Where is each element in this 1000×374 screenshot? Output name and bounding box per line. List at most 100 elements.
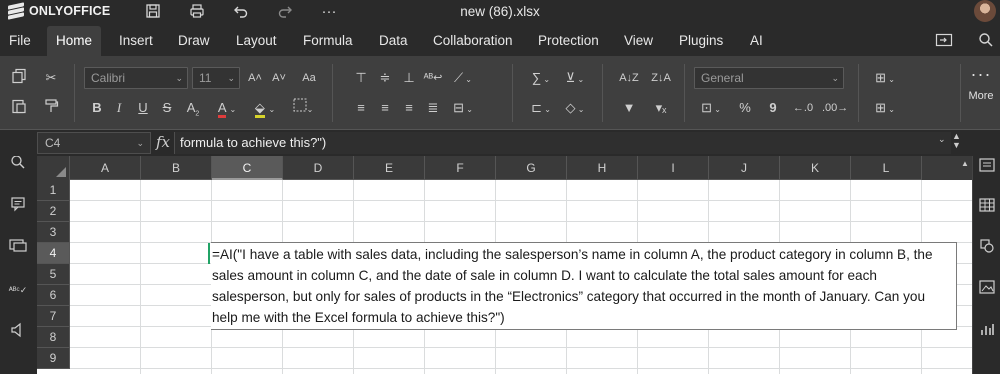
font-name-combo[interactable]: Calibri ⌄ — [84, 67, 188, 89]
open-location-icon[interactable] — [934, 32, 954, 50]
column-header-h[interactable]: H — [567, 156, 638, 180]
column-header-l[interactable]: L — [851, 156, 922, 180]
row-header-3[interactable]: 3 — [37, 222, 70, 243]
paste-icon[interactable] — [8, 98, 30, 118]
align-top-icon[interactable]: ⊤ — [350, 68, 372, 88]
row-header-2[interactable]: 2 — [37, 201, 70, 222]
clear-icon[interactable]: ◇ ⌄ — [560, 98, 590, 118]
sort-ascending-icon[interactable]: A↓Z — [618, 68, 640, 88]
strikethrough-button[interactable]: S — [156, 98, 178, 118]
table-settings-icon[interactable] — [978, 198, 996, 216]
column-header-i[interactable]: I — [638, 156, 709, 180]
align-right-icon[interactable]: ≡ — [398, 98, 420, 118]
sort-descending-icon[interactable]: Z↓A — [650, 68, 672, 88]
tab-data[interactable]: Data — [370, 26, 417, 56]
insert-function-button[interactable]: fx — [156, 133, 170, 151]
chat-icon[interactable] — [8, 238, 28, 258]
borders-icon[interactable]: ⌄ — [288, 98, 318, 118]
tab-plugins[interactable]: Plugins — [670, 26, 732, 56]
column-header-g[interactable]: G — [496, 156, 567, 180]
column-header-j[interactable]: J — [709, 156, 780, 180]
decrease-font-button[interactable]: A˅ — [268, 68, 290, 88]
column-header-e[interactable]: E — [354, 156, 425, 180]
justify-icon[interactable]: ≣ — [422, 98, 444, 118]
cell-editor[interactable]: =AI("I have a table with sales data, inc… — [211, 242, 957, 330]
tab-insert[interactable]: Insert — [110, 26, 162, 56]
formula-scroll-icon[interactable]: ▲ ▼ — [952, 132, 961, 150]
row-header-6[interactable]: 6 — [37, 285, 70, 306]
column-header-k[interactable]: K — [780, 156, 851, 180]
merge-cells-icon[interactable]: ⊟ ⌄ — [448, 98, 478, 118]
column-header-d[interactable]: D — [283, 156, 354, 180]
row-header-5[interactable]: 5 — [37, 264, 70, 285]
tab-collaboration[interactable]: Collaboration — [424, 26, 522, 56]
fill-color-icon[interactable]: ⬙ ⌄ — [250, 98, 280, 118]
named-ranges-icon[interactable]: ⊏ ⌄ — [526, 98, 556, 118]
column-header-c[interactable]: C — [212, 156, 283, 180]
row-header-1[interactable]: 1 — [37, 180, 70, 201]
comments-icon[interactable] — [8, 196, 28, 216]
shape-settings-icon[interactable] — [978, 238, 996, 256]
expand-formula-icon[interactable]: ⌄ — [938, 134, 946, 145]
font-size-combo[interactable]: 11 ⌄ — [192, 67, 240, 89]
row-header-7[interactable]: 7 — [37, 306, 70, 327]
align-left-icon[interactable]: ≡ — [350, 98, 372, 118]
align-center-icon[interactable]: ≡ — [374, 98, 396, 118]
font-color-icon[interactable]: A ⌄ — [212, 98, 242, 118]
italic-button[interactable]: I — [108, 98, 130, 118]
row-header-8[interactable]: 8 — [37, 327, 70, 348]
decrease-decimal-button[interactable]: ←.0 — [790, 98, 816, 118]
search-icon[interactable] — [8, 154, 28, 174]
row-header-4[interactable]: 4 — [37, 243, 70, 264]
subscript-icon[interactable]: A2 — [180, 98, 206, 118]
tab-layout[interactable]: Layout — [227, 26, 286, 56]
fill-down-icon[interactable]: ⊻ ⌄ — [560, 68, 590, 88]
feedback-icon[interactable] — [8, 322, 28, 342]
tab-protection[interactable]: Protection — [529, 26, 608, 56]
increase-font-button[interactable]: A˄ — [244, 68, 266, 88]
spreadsheet-grid[interactable]: ABCDEFGHIJKL 123456789 =AI("I have a tab… — [37, 156, 972, 374]
format-painter-icon[interactable] — [40, 98, 62, 118]
insert-cells-icon[interactable]: ⊞ ⌄ — [870, 68, 900, 88]
row-header-9[interactable]: 9 — [37, 348, 70, 369]
spellcheck-icon[interactable]: ᴬᴮᶜ✓ — [8, 280, 28, 300]
percent-button[interactable]: % — [734, 98, 756, 118]
tab-formula[interactable]: Formula — [294, 26, 362, 56]
number-format-combo[interactable]: General ⌄ — [694, 67, 844, 89]
image-settings-icon[interactable] — [978, 280, 996, 298]
chart-settings-icon[interactable] — [978, 322, 996, 340]
sum-button[interactable]: ∑ ⌄ — [526, 68, 556, 88]
column-header-f[interactable]: F — [425, 156, 496, 180]
tab-draw[interactable]: Draw — [169, 26, 219, 56]
undo-icon[interactable] — [232, 3, 250, 21]
clear-filter-icon[interactable]: ▾ₓ — [650, 98, 672, 118]
formula-input[interactable]: formula to achieve this?") — [174, 132, 951, 154]
align-bottom-icon[interactable]: ⊥ — [398, 68, 420, 88]
accounting-format-icon[interactable]: ⊡ ⌄ — [696, 98, 726, 118]
change-case-button[interactable]: Aa — [294, 68, 324, 88]
delete-cells-icon[interactable]: ⊞ ⌄ — [870, 98, 900, 118]
save-icon[interactable] — [144, 3, 162, 21]
orientation-icon[interactable]: ⟋ ⌄ — [448, 68, 478, 88]
increase-decimal-button[interactable]: .00→ — [822, 98, 848, 118]
select-all-button[interactable] — [37, 156, 70, 180]
avatar[interactable] — [974, 0, 996, 22]
column-header-a[interactable]: A — [70, 156, 141, 180]
filter-icon[interactable]: ▼ — [618, 98, 640, 118]
scroll-up-icon[interactable]: ▲ — [958, 156, 972, 172]
column-header-b[interactable]: B — [141, 156, 212, 180]
underline-button[interactable]: U — [132, 98, 154, 118]
tab-view[interactable]: View — [615, 26, 662, 56]
tab-ai[interactable]: AI — [741, 26, 772, 56]
search-icon[interactable] — [976, 32, 996, 50]
print-icon[interactable] — [188, 3, 206, 21]
cell-settings-icon[interactable] — [978, 158, 996, 176]
bold-button[interactable]: B — [86, 98, 108, 118]
wrap-text-icon[interactable]: ᴬᴮ↩ — [422, 68, 444, 88]
copy-icon[interactable] — [8, 68, 30, 88]
redo-icon[interactable] — [276, 3, 294, 21]
name-box[interactable]: C4 ⌄ — [37, 132, 151, 154]
more-icon[interactable]: ··· — [320, 3, 338, 21]
tab-home[interactable]: Home — [47, 26, 102, 56]
more-button[interactable]: ··· More — [966, 65, 996, 102]
